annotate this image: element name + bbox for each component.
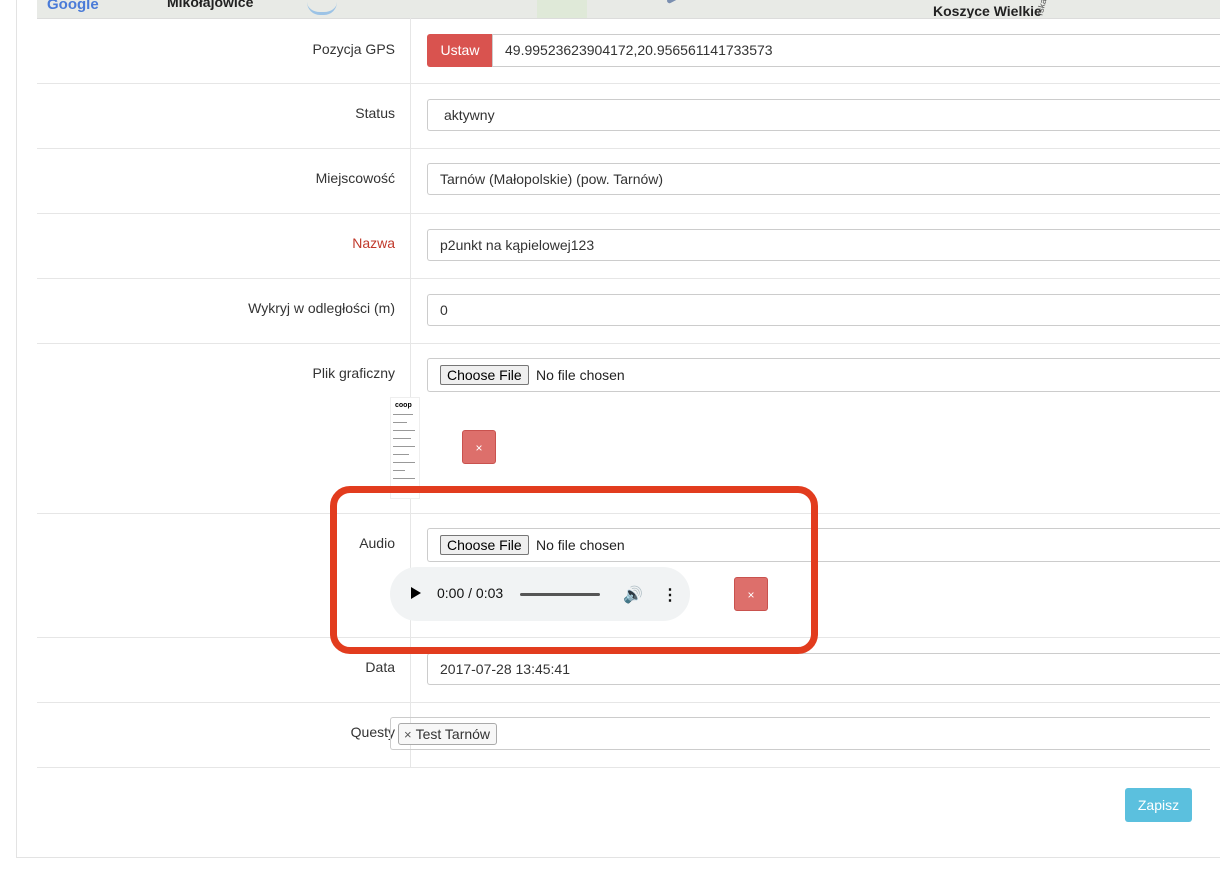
set-gps-button[interactable]: Ustaw: [427, 34, 493, 67]
delete-image-button[interactable]: ×: [462, 430, 496, 464]
thumbnail-logo: coop: [395, 402, 412, 409]
image-file-status: No file chosen: [536, 367, 625, 383]
name-input[interactable]: p2unkt na kąpielowej123: [427, 229, 1220, 261]
map-place-label: Mikołajowice: [167, 0, 254, 10]
row-name: Nazwa p2unkt na kąpielowej123: [37, 213, 1220, 279]
map-river: [307, 2, 337, 15]
status-label: Status: [355, 105, 395, 121]
row-detect-distance: Wykryj w odległości (m) 0: [37, 278, 1220, 344]
gps-input[interactable]: 49.99523623904172,20.956561141733573: [492, 34, 1220, 67]
image-file-input[interactable]: Choose File No file chosen: [427, 358, 1220, 392]
quest-tag: × Test Tarnów: [398, 723, 498, 745]
map-green-area: [537, 0, 587, 18]
row-status: Status aktywny: [37, 83, 1220, 149]
map-road: [666, 0, 704, 5]
image-thumbnail: coop: [390, 397, 420, 499]
image-choose-file-button[interactable]: Choose File: [440, 365, 529, 385]
save-button[interactable]: Zapisz: [1125, 788, 1192, 822]
quests-label: Questy: [350, 724, 395, 740]
date-input[interactable]: 2017-07-28 13:45:41: [427, 653, 1220, 685]
row-locality: Miejscowość Tarnów (Małopolskie) (pow. T…: [37, 148, 1220, 214]
detect-distance-label: Wykryj w odległości (m): [248, 300, 395, 316]
remove-tag-icon[interactable]: ×: [404, 727, 412, 742]
gps-label: Pozycja GPS: [312, 41, 395, 57]
status-select[interactable]: aktywny: [427, 99, 1220, 131]
quest-tag-label: Test Tarnów: [415, 726, 491, 742]
locality-select[interactable]: Tarnów (Małopolskie) (pow. Tarnów): [427, 163, 1220, 195]
name-label: Nazwa: [352, 235, 395, 251]
quests-input[interactable]: × Test Tarnów: [390, 717, 1210, 750]
image-file-label: Plik graficzny: [312, 365, 395, 381]
audio-highlight-box: [330, 486, 818, 654]
detect-distance-input[interactable]: 0: [427, 294, 1220, 326]
map-place-label: Koszyce Wielkie: [933, 3, 1042, 19]
google-logo: Google: [47, 0, 99, 13]
map-view[interactable]: Google Mikołajowice Koszyce Wielkie rska: [37, 0, 1220, 19]
map-street-label: rska: [1034, 0, 1049, 17]
locality-label: Miejscowość: [315, 170, 395, 186]
date-label: Data: [365, 659, 395, 675]
row-gps: Pozycja GPS Ustaw 49.99523623904172,20.9…: [37, 18, 1220, 84]
